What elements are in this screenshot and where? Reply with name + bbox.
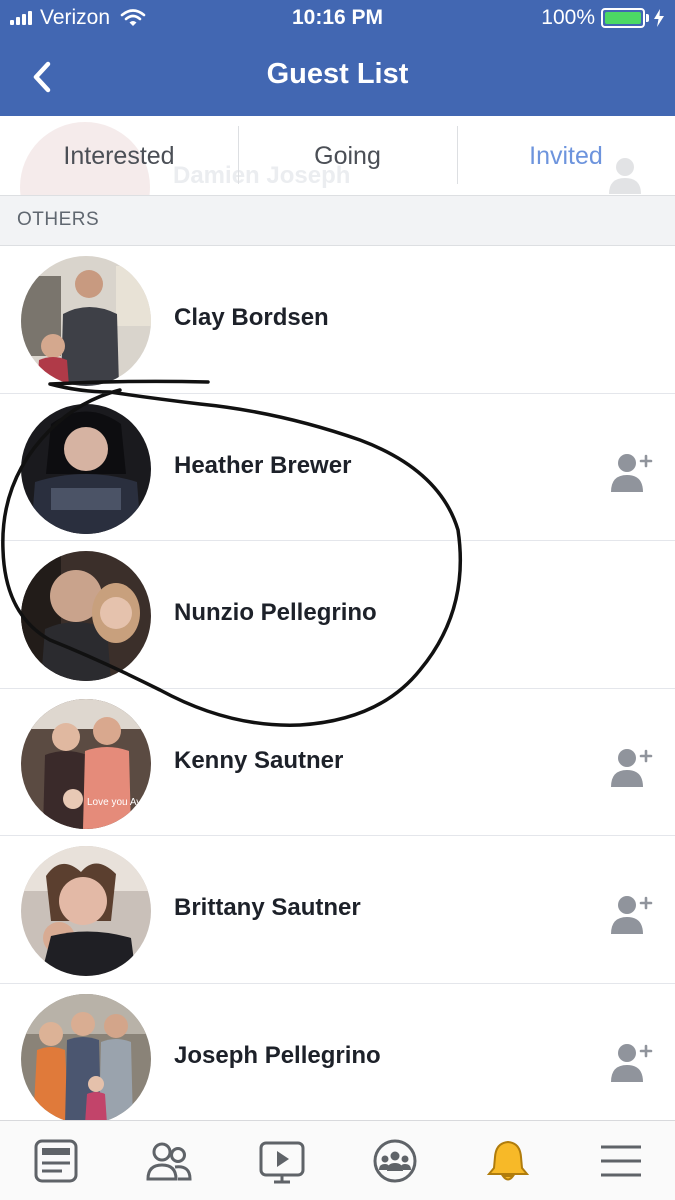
- tab-invited[interactable]: Invited: [457, 116, 675, 195]
- watch-icon[interactable]: [258, 1137, 306, 1185]
- notifications-bell-icon[interactable]: [484, 1137, 532, 1185]
- news-feed-icon[interactable]: [32, 1137, 80, 1185]
- guest-name[interactable]: Clay Bordsen: [174, 304, 329, 332]
- avatar[interactable]: [21, 256, 151, 386]
- avatar[interactable]: [21, 993, 151, 1124]
- avatar-photo: [21, 256, 151, 386]
- add-friend-icon[interactable]: [611, 892, 655, 936]
- guest-row[interactable]: Joseph Pellegrino: [0, 983, 675, 1132]
- avatar-caption: Love you Avery: [87, 797, 151, 808]
- guest-row[interactable]: Love you Avery Kenny Sautner: [0, 688, 675, 837]
- guest-row[interactable]: Brittany Sautner: [0, 836, 675, 984]
- battery-percent: 100%: [541, 6, 595, 29]
- menu-icon[interactable]: [597, 1137, 645, 1185]
- add-friend-icon[interactable]: [611, 1040, 655, 1084]
- avatar-photo: [21, 403, 151, 534]
- avatar-photo: [21, 551, 151, 682]
- friends-icon[interactable]: [145, 1137, 193, 1185]
- charging-bolt-icon: [654, 9, 664, 27]
- avatar[interactable]: [21, 846, 151, 977]
- guest-row[interactable]: Heather Brewer: [0, 393, 675, 542]
- tab-interested[interactable]: Interested: [0, 116, 238, 195]
- section-header-label: OTHERS: [17, 209, 100, 230]
- guest-name[interactable]: Heather Brewer: [174, 452, 351, 480]
- guest-name[interactable]: Nunzio Pellegrino: [174, 599, 377, 627]
- avatar[interactable]: [21, 551, 151, 682]
- groups-icon[interactable]: [371, 1137, 419, 1185]
- avatar-photo: [21, 846, 151, 977]
- guest-list: Clay Bordsen Heather Brewer Nunzio Pelle…: [0, 246, 675, 1132]
- status-bar: Verizon 10:16 PM 100%: [0, 0, 675, 38]
- guest-tabs: Damien Joseph Interested Going Invited: [0, 116, 675, 196]
- tab-going[interactable]: Going: [238, 116, 457, 195]
- add-friend-icon[interactable]: [611, 450, 655, 494]
- avatar-photo: Love you Avery: [21, 698, 151, 829]
- battery-icon: [601, 8, 645, 28]
- guest-name[interactable]: Joseph Pellegrino: [174, 1042, 381, 1070]
- guest-row[interactable]: Nunzio Pellegrino: [0, 541, 675, 689]
- bottom-tab-bar: [0, 1120, 675, 1200]
- guest-name[interactable]: Brittany Sautner: [174, 894, 361, 922]
- avatar-photo: [21, 993, 151, 1124]
- guest-name[interactable]: Kenny Sautner: [174, 747, 343, 775]
- avatar[interactable]: Love you Avery: [21, 698, 151, 829]
- section-header: OTHERS: [0, 196, 675, 246]
- guest-row[interactable]: Clay Bordsen: [0, 246, 675, 394]
- add-friend-icon[interactable]: [611, 745, 655, 789]
- page-title: Guest List: [266, 58, 409, 90]
- nav-bar: Guest List: [0, 38, 675, 116]
- battery-indicator: 100%: [541, 6, 665, 30]
- avatar[interactable]: [21, 403, 151, 534]
